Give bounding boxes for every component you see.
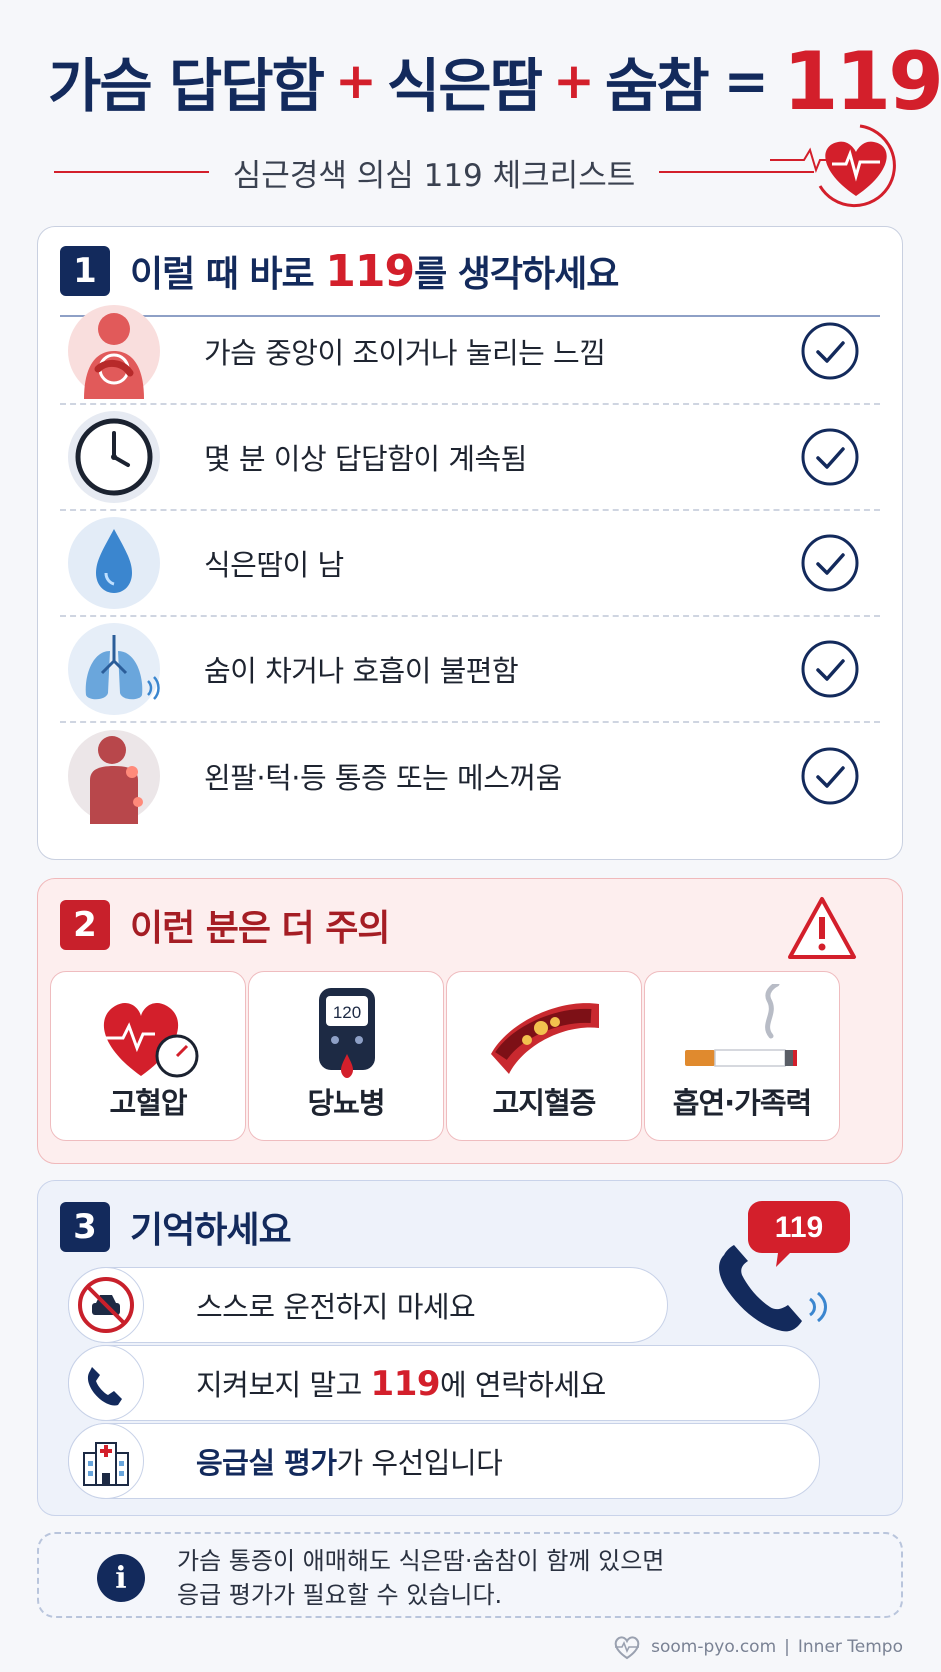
risk-label: 고지혈증 <box>492 1086 597 1120</box>
svg-text:119: 119 <box>775 1211 823 1244</box>
remember-row-call: 지켜보지 말고 119에 연락하세요 <box>68 1345 820 1421</box>
remember-text: 응급실 평가가 우선입니다 <box>196 1446 503 1480</box>
title-plus-2: + <box>553 52 595 110</box>
no-driving-icon <box>68 1267 144 1343</box>
footer-site: soom-pyo.com <box>651 1637 777 1657</box>
phone-icon <box>68 1345 144 1421</box>
check-circle-icon <box>801 428 859 486</box>
section-remember: 3 기억하세요 119 스스로 운전하지 마세요 지켜보지 말고 119에 연락… <box>37 1180 903 1516</box>
section2-number: 2 <box>60 900 110 950</box>
infographic-page: 가슴 답답함 + 식은땀 + 숨참 = 119 심근경색 의심 119 체크리스… <box>0 0 941 1672</box>
heart-pulse-icon <box>614 1636 640 1660</box>
section-risk-groups: 2 이런 분은 더 주의 고혈압 120 당뇨병 고지혈증 흡연·가족력 <box>37 878 903 1164</box>
symptom-text: 식은땀이 남 <box>204 548 344 582</box>
lungs-icon <box>60 619 168 719</box>
section-symptoms: 1 이럴 때 바로 119를 생각하세요 가슴 중앙이 조이거나 눌리는 느낌 … <box>37 226 903 860</box>
main-title: 가슴 답답함 + 식은땀 + 숨참 = 119 <box>48 35 941 128</box>
risk-card: 흡연·가족력 <box>644 971 840 1141</box>
section3-header: 3 기억하세요 <box>60 1201 292 1253</box>
remember-row-er: 응급실 평가가 우선입니다 <box>68 1423 820 1499</box>
info-note: i 가슴 통증이 애매해도 식은땀·숨참이 함께 있으면 응급 평가가 필요할 … <box>37 1532 903 1618</box>
heart-gauge-icon <box>103 1003 199 1078</box>
section2-header: 2 이런 분은 더 주의 <box>60 899 390 951</box>
symptom-text: 왼팔·턱·등 통증 또는 메스꺼움 <box>204 761 562 795</box>
artery-plaque-icon <box>491 1003 599 1074</box>
chest-pain-icon <box>60 301 168 401</box>
symptom-text: 숨이 차거나 호흡이 불편함 <box>204 654 519 688</box>
symptom-row: 몇 분 이상 답답함이 계속됨 <box>60 405 880 511</box>
footer-brand: Inner Tempo <box>797 1637 903 1657</box>
subtitle-line-left <box>54 171 209 173</box>
symptom-row: 숨이 차거나 호흡이 불편함 <box>60 617 880 723</box>
glucose-meter-icon: 120 <box>319 988 375 1078</box>
symptom-text: 가슴 중앙이 조이거나 눌리는 느낌 <box>204 336 606 370</box>
risk-label: 당뇨병 <box>307 1086 385 1120</box>
title-119: 119 <box>782 34 941 128</box>
section1-number: 1 <box>60 246 110 296</box>
phone-119-icon: 119 <box>719 1201 850 1332</box>
subtitle: 심근경색 의심 119 체크리스트 <box>232 157 636 194</box>
remember-row-no-driving: 스스로 운전하지 마세요 <box>68 1267 668 1343</box>
risk-card: 고지혈증 <box>446 971 642 1141</box>
subtitle-row: 심근경색 의심 119 체크리스트 <box>54 150 815 194</box>
remember-text: 지켜보지 말고 119에 연락하세요 <box>196 1364 606 1404</box>
symptom-row: 식은땀이 남 <box>60 511 880 617</box>
footer-separator: | <box>784 1637 790 1657</box>
symptom-row: 가슴 중앙이 조이거나 눌리는 느낌 <box>60 299 880 405</box>
title-part-breath: 숨참 <box>604 52 710 120</box>
warning-icon <box>788 897 856 959</box>
svg-text:120: 120 <box>333 1003 361 1022</box>
footer: soom-pyo.com | Inner Tempo <box>611 1632 903 1662</box>
sweat-drop-icon <box>60 513 168 613</box>
title-part-sweat: 식은땀 <box>386 52 543 120</box>
risk-label: 흡연·가족력 <box>672 1086 812 1120</box>
section1-title: 이럴 때 바로 119를 생각하세요 <box>130 246 619 297</box>
check-circle-icon <box>801 640 859 698</box>
cigarette-icon <box>685 984 797 1067</box>
check-circle-icon <box>801 322 859 380</box>
note-text: 가슴 통증이 애매해도 식은땀·숨참이 함께 있으면 응급 평가가 필요할 수 … <box>177 1547 665 1609</box>
remember-text: 스스로 운전하지 마세요 <box>196 1290 476 1324</box>
section3-title: 기억하세요 <box>130 1210 292 1251</box>
risk-card: 120 당뇨병 <box>248 971 444 1141</box>
info-icon: i <box>97 1554 145 1602</box>
title-equals: = <box>723 49 769 113</box>
section2-title: 이런 분은 더 주의 <box>130 908 390 949</box>
title-plus-1: + <box>335 52 377 110</box>
heart-pulse-logo-icon <box>770 124 896 208</box>
section1-header: 1 이럴 때 바로 119를 생각하세요 <box>60 245 619 297</box>
arm-pain-icon <box>60 726 168 826</box>
check-circle-icon <box>801 534 859 592</box>
symptom-text: 몇 분 이상 답답함이 계속됨 <box>204 442 527 476</box>
risk-label: 고혈압 <box>109 1086 187 1120</box>
check-circle-icon <box>801 747 859 805</box>
hospital-icon <box>68 1423 144 1499</box>
title-part-chest: 가슴 답답함 <box>48 52 325 120</box>
clock-icon <box>60 407 168 507</box>
risk-card: 고혈압 <box>50 971 246 1141</box>
section3-number: 3 <box>60 1202 110 1252</box>
symptom-row: 왼팔·턱·등 통증 또는 메스꺼움 <box>60 723 880 829</box>
